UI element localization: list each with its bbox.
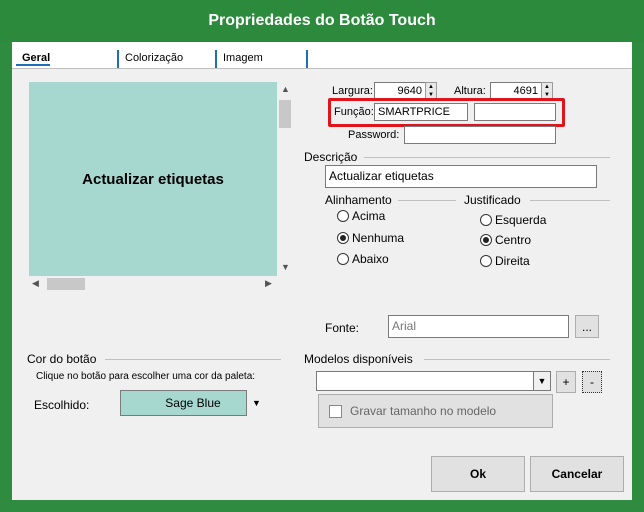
scroll-down-icon[interactable]: ▼ [281,262,290,272]
radio-acima[interactable]: Acima [337,209,385,223]
preview-horizontal-scrollbar[interactable]: ◀ ▶ [29,276,277,292]
cancel-button[interactable]: Cancelar [530,456,624,492]
radio-circle [337,253,349,265]
scroll-up-icon[interactable]: ▲ [281,84,290,94]
radio-centro[interactable]: Centro [480,233,531,247]
description-section-title: Descrição [304,150,358,164]
font-label: Fonte: [325,321,360,335]
scroll-left-icon[interactable]: ◀ [32,278,39,289]
chevron-down-icon[interactable]: ▼ [533,372,550,390]
radio-label: Acima [352,209,386,223]
checkbox[interactable] [329,404,342,418]
chosen-color-value: Sage Blue [165,396,221,410]
models-dropdown[interactable] [316,371,551,391]
password-field[interactable] [404,126,556,144]
radio-circle-selected [480,234,492,246]
add-model-button[interactable]: + [556,371,576,393]
divider [530,200,610,201]
radio-label: Centro [495,233,532,247]
color-picker-combo[interactable]: Sage Blue [120,390,266,416]
radio-circle [337,210,349,222]
tab-bar: Geral Colorização Imagem [12,42,632,68]
font-field[interactable]: Arial [388,315,569,338]
dialog-title: Propriedades do Botão Touch [0,0,644,42]
scroll-thumb[interactable] [279,100,291,128]
height-label: Altura: [454,85,486,97]
radio-direita[interactable]: Direita [480,254,530,268]
tab-geral[interactable]: Geral [16,50,51,66]
radio-label: Nenhuma [352,231,405,245]
button-preview: Actualizar etiquetas [29,82,277,276]
width-label: Largura: [332,85,373,97]
scroll-thumb[interactable] [47,278,85,290]
alignment-section-title: Alinhamento [325,193,392,207]
description-field[interactable]: Actualizar etiquetas [325,165,597,188]
radio-abaixo[interactable]: Abaixo [337,252,389,266]
radio-label: Direita [495,254,530,268]
font-browse-button[interactable]: ... [575,315,599,338]
radio-circle-selected [337,232,349,244]
radio-esquerda[interactable]: Esquerda [480,213,546,227]
divider [105,359,281,360]
remove-model-button[interactable]: - [582,371,602,393]
dialog-window: Propriedades do Botão Touch Geral Colori… [0,0,644,512]
button-color-section-title: Cor do botão [27,352,97,366]
divider [424,359,610,360]
tab-separator [306,50,308,68]
save-size-label: Gravar tamanho no modelo [350,404,497,418]
save-size-in-model[interactable]: Gravar tamanho no modelo [318,394,553,428]
models-section-title: Modelos disponíveis [304,352,413,366]
tab-colorizacao[interactable]: Colorização [119,50,183,66]
chevron-down-icon[interactable]: ▼ [246,390,266,416]
password-label: Password: [348,129,400,141]
radio-label: Esquerda [495,213,547,227]
tab-imagem[interactable]: Imagem [217,50,263,66]
general-panel: Actualizar etiquetas ▲ ▼ ◀ ▶ Largura: 96… [12,68,632,440]
ok-button[interactable]: Ok [431,456,525,492]
divider [364,157,610,158]
divider [398,200,456,201]
radio-nenhuma[interactable]: Nenhuma [337,231,404,245]
preview-vertical-scrollbar[interactable]: ▲ ▼ [277,82,293,276]
justification-section-title: Justificado [464,193,521,207]
radio-circle [480,214,492,226]
function-highlight-box [328,98,565,127]
dialog-footer: Ok Cancelar [12,440,632,500]
radio-label: Abaixo [352,252,389,266]
scroll-right-icon[interactable]: ▶ [265,278,272,289]
radio-circle [480,255,492,267]
button-color-hint: Clique no botão para escolher uma cor da… [36,371,256,382]
chosen-label: Escolhido: [34,398,90,412]
